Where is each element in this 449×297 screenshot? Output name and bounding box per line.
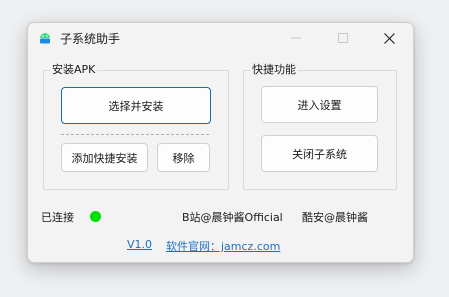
- title-bar[interactable]: 子系统助手: [28, 23, 413, 53]
- android-app-icon: [40, 33, 50, 44]
- version-link[interactable]: V1.0: [127, 238, 152, 251]
- close-subsystem-button[interactable]: 关闭子系统: [261, 135, 378, 172]
- coolapk-credit: 酷安@晨钟酱: [302, 211, 368, 224]
- close-button[interactable]: [366, 23, 412, 53]
- connection-status-label: 已连接: [41, 211, 74, 224]
- website-link[interactable]: 软件官网：jamcz.com: [166, 238, 280, 254]
- add-shortcut-install-button[interactable]: 添加快捷安装: [61, 143, 148, 172]
- minimize-icon: [291, 37, 301, 39]
- select-and-install-button[interactable]: 选择并安装: [61, 87, 211, 124]
- window-title: 子系统助手: [60, 32, 121, 46]
- install-apk-legend: 安装APK: [52, 63, 96, 76]
- enter-settings-button[interactable]: 进入设置: [261, 86, 378, 123]
- connection-status-indicator: [90, 211, 101, 222]
- remove-button[interactable]: 移除: [157, 143, 210, 172]
- quick-functions-legend: 快捷功能: [252, 63, 296, 76]
- close-icon: [383, 32, 395, 44]
- maximize-icon: [338, 33, 348, 43]
- divider: [61, 134, 209, 135]
- maximize-button[interactable]: [320, 23, 366, 53]
- bilibili-credit: B站@晨钟酱Official: [182, 211, 283, 224]
- minimize-button[interactable]: [273, 23, 319, 53]
- app-window: 子系统助手 安装APK 选择并安装 添加快捷安装 移除 快捷功能 进入设置 关闭…: [27, 22, 414, 263]
